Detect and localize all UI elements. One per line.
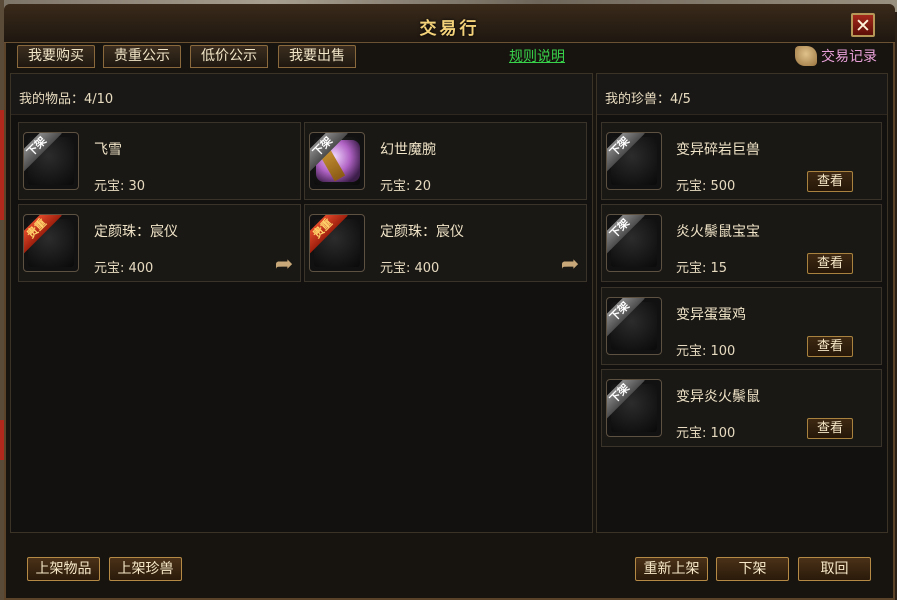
item-card[interactable]: 贵重 定颜珠：宸仪 元宝: 400 ➦ (304, 204, 587, 282)
items-panel-header: 我的物品：4/10 (11, 74, 592, 115)
pet-name: 变异蛋蛋鸡 (676, 307, 746, 323)
item-card[interactable]: 下架 飞雪 元宝: 30 (18, 122, 301, 200)
pet-card[interactable]: 下架 变异炎火鬃鼠 元宝: 100 查看 (601, 369, 882, 447)
pet-price: 元宝: 15 (676, 261, 728, 276)
item-slot: 贵重 (23, 214, 79, 272)
pets-panel-header: 我的珍兽：4/5 (597, 74, 887, 115)
pet-card[interactable]: 下架 变异碎岩巨兽 元宝: 500 查看 (601, 122, 882, 200)
item-slot: 下架 (309, 132, 365, 190)
scroll-icon (795, 46, 817, 66)
pet-slot: 下架 (606, 132, 662, 190)
pet-slot: 下架 (606, 297, 662, 355)
view-pet-button[interactable]: 查看 (807, 418, 853, 439)
pet-name: 变异碎岩巨兽 (676, 142, 760, 158)
delist-button[interactable]: 下架 (716, 557, 789, 581)
item-price: 元宝: 400 (94, 261, 154, 276)
items-panel: 我的物品：4/10 下架 飞雪 元宝: 30 下架 幻世魔腕 元宝: 20 贵重… (10, 73, 593, 533)
pet-card[interactable]: 下架 炎火鬃鼠宝宝 元宝: 15 查看 (601, 204, 882, 282)
window-title: 交易行 (419, 19, 480, 39)
pets-count-label: 我的珍兽：4/5 (605, 92, 691, 107)
title-bar: 交易行 ✕ (4, 4, 895, 43)
view-pet-button[interactable]: 查看 (807, 171, 853, 192)
pet-card[interactable]: 下架 变异蛋蛋鸡 元宝: 100 查看 (601, 287, 882, 365)
tab-buy[interactable]: 我要购买 (17, 45, 95, 68)
pet-name: 变异炎火鬃鼠 (676, 389, 760, 405)
item-price: 元宝: 20 (380, 179, 432, 194)
item-card[interactable]: 下架 幻世魔腕 元宝: 20 (304, 122, 587, 200)
pet-price: 元宝: 500 (676, 179, 736, 194)
item-name: 定颜珠：宸仪 (380, 224, 464, 240)
pet-slot: 下架 (606, 214, 662, 272)
pets-panel: 我的珍兽：4/5 下架 变异碎岩巨兽 元宝: 500 查看 下架 炎火鬃鼠宝宝 … (596, 73, 888, 533)
view-pet-button[interactable]: 查看 (807, 253, 853, 274)
item-name: 定颜珠：宸仪 (94, 224, 178, 240)
tab-valuable-notice[interactable]: 贵重公示 (103, 45, 181, 68)
pet-price: 元宝: 100 (676, 344, 736, 359)
tab-low-price-notice[interactable]: 低价公示 (190, 45, 268, 68)
view-pet-button[interactable]: 查看 (807, 336, 853, 357)
share-arrow-icon[interactable]: ➦ (272, 254, 296, 276)
pet-name: 炎火鬃鼠宝宝 (676, 224, 760, 240)
list-item-button[interactable]: 上架物品 (27, 557, 100, 581)
item-price: 元宝: 30 (94, 179, 146, 194)
item-price: 元宝: 400 (380, 261, 440, 276)
trade-record-label: 交易记录 (821, 49, 877, 65)
item-name: 幻世魔腕 (380, 142, 436, 158)
items-count-label: 我的物品：4/10 (19, 92, 114, 107)
item-card[interactable]: 贵重 定颜珠：宸仪 元宝: 400 ➦ (18, 204, 301, 282)
rules-link[interactable]: 规则说明 (509, 46, 565, 66)
share-arrow-icon[interactable]: ➦ (558, 254, 582, 276)
relist-button[interactable]: 重新上架 (635, 557, 708, 581)
retrieve-button[interactable]: 取回 (798, 557, 871, 581)
tab-sell[interactable]: 我要出售 (278, 45, 356, 68)
item-slot: 贵重 (309, 214, 365, 272)
list-pet-button[interactable]: 上架珍兽 (109, 557, 182, 581)
item-name: 飞雪 (94, 142, 122, 158)
close-button[interactable]: ✕ (851, 13, 875, 37)
pet-price: 元宝: 100 (676, 426, 736, 441)
item-slot: 下架 (23, 132, 79, 190)
pet-slot: 下架 (606, 379, 662, 437)
